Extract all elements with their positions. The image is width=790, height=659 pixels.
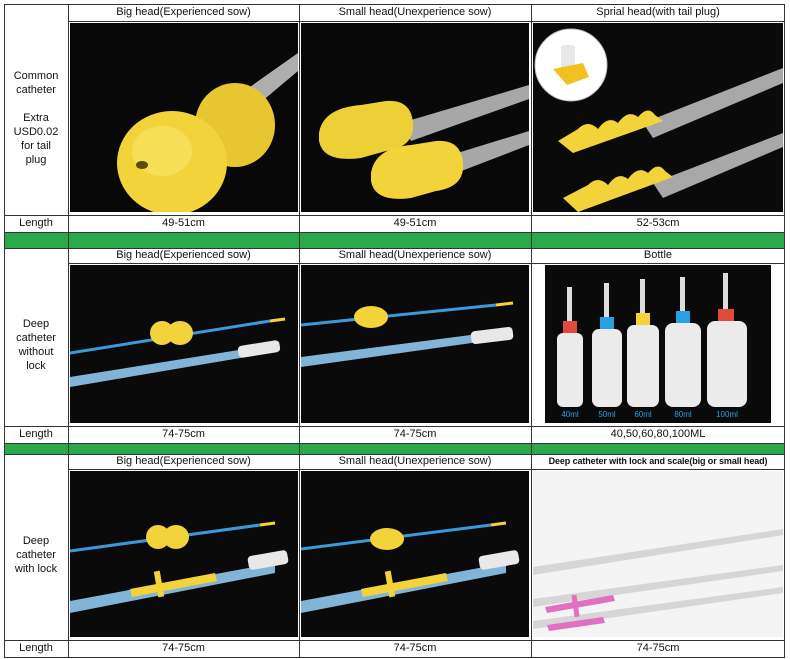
header-bottle: Bottle bbox=[643, 249, 673, 261]
length-label: Length bbox=[19, 217, 53, 229]
table-border bbox=[4, 232, 785, 233]
row-label-line: USD0.02 bbox=[13, 126, 59, 138]
row-label-line: Deep bbox=[22, 534, 50, 547]
big-head-deep-illustration bbox=[70, 265, 298, 423]
length-label: Length bbox=[19, 428, 53, 440]
row-label-line: Extra bbox=[23, 112, 49, 124]
photo-bottles: 40ml 50ml 60ml 80ml 100ml bbox=[545, 265, 771, 423]
row-label-common-catheter: Common catheter Extra USD0.02 for tail p… bbox=[4, 21, 68, 215]
table-border bbox=[299, 4, 300, 658]
header-small-head-lock: Small head(Unexperience sow) bbox=[338, 455, 492, 467]
bottle-size-label: 60ml bbox=[634, 410, 652, 419]
small-head-illustration bbox=[301, 23, 529, 212]
big-head-illustration bbox=[70, 23, 298, 212]
bottle-size-label: 40ml bbox=[561, 410, 579, 419]
table-border bbox=[68, 4, 69, 658]
table-border bbox=[4, 4, 785, 5]
length-value: 74-75cm bbox=[393, 642, 437, 654]
table-border bbox=[4, 657, 785, 658]
big-head-lock-illustration bbox=[70, 471, 298, 637]
row-label-line: for tail bbox=[21, 140, 51, 152]
table-border bbox=[4, 443, 785, 444]
row-label-line: catheter bbox=[16, 331, 56, 344]
photo-spiral-head-catheter bbox=[533, 23, 783, 212]
row-label-deep-catheter-without-lock: Deep catheter without lock bbox=[4, 263, 68, 426]
table-border bbox=[4, 640, 785, 641]
header-small-head-common: Small head(Unexperience sow) bbox=[338, 6, 492, 18]
row-label-line: catheter bbox=[16, 84, 56, 96]
table-border bbox=[784, 4, 785, 658]
header-small-head-deep: Small head(Unexperience sow) bbox=[338, 249, 492, 261]
table-border bbox=[531, 4, 532, 658]
length-value: 74-75cm bbox=[162, 642, 205, 654]
table-border bbox=[68, 263, 785, 264]
length-value: 52-53cm bbox=[636, 217, 680, 229]
photo-lock-scale-catheter bbox=[533, 471, 783, 637]
bottle-size-label: 100ml bbox=[716, 410, 738, 419]
length-label: Length bbox=[19, 642, 53, 654]
photo-small-head-foam-catheter bbox=[301, 23, 529, 212]
section-divider bbox=[4, 444, 785, 454]
header-spiral-head: Sprial head(with tail plug) bbox=[596, 6, 720, 18]
row-label-line: Common bbox=[13, 70, 59, 82]
small-head-deep-illustration bbox=[301, 265, 529, 423]
bottles-illustration: 40ml 50ml 60ml 80ml 100ml bbox=[545, 265, 771, 423]
length-value: 49-51cm bbox=[393, 217, 437, 229]
header-big-head-common: Big head(Experienced sow) bbox=[116, 6, 251, 18]
table-border bbox=[4, 248, 785, 249]
row-label-line: lock bbox=[26, 359, 46, 372]
row-label-line: plug bbox=[25, 154, 47, 166]
photo-small-head-deep-catheter bbox=[301, 265, 529, 423]
header-deep-catheter-lock-scale: Deep catheter with lock and scale(big or… bbox=[548, 456, 768, 466]
photo-big-head-foam-catheter bbox=[70, 23, 298, 212]
length-value: 74-75cm bbox=[393, 428, 437, 440]
length-value: 74-75cm bbox=[162, 428, 205, 440]
spiral-head-illustration bbox=[533, 23, 783, 212]
table-border bbox=[68, 469, 785, 470]
length-value: 49-51cm bbox=[162, 217, 205, 229]
row-label-line: with lock bbox=[14, 562, 58, 575]
header-big-head-lock: Big head(Experienced sow) bbox=[116, 455, 251, 467]
length-value: 40,50,60,80,100ML bbox=[610, 428, 706, 440]
bottle-size-label: 80ml bbox=[674, 410, 692, 419]
header-big-head-deep: Big head(Experienced sow) bbox=[116, 249, 251, 261]
row-label-line: catheter bbox=[16, 548, 56, 561]
length-value: 74-75cm bbox=[636, 642, 680, 654]
table-border bbox=[68, 21, 785, 22]
table-border bbox=[4, 4, 5, 658]
lock-scale-illustration bbox=[533, 471, 783, 637]
small-head-lock-illustration bbox=[301, 471, 529, 637]
section-divider bbox=[4, 233, 785, 248]
photo-big-head-lock-catheter bbox=[70, 471, 298, 637]
row-label-deep-catheter-with-lock: Deep catheter with lock bbox=[4, 469, 68, 640]
photo-big-head-deep-catheter bbox=[70, 265, 298, 423]
row-label-line: Deep bbox=[22, 317, 50, 330]
bottle-size-label: 50ml bbox=[598, 410, 616, 419]
row-label-line: without bbox=[18, 345, 54, 358]
table-border bbox=[4, 426, 785, 427]
table-border bbox=[4, 215, 785, 216]
table-border bbox=[4, 454, 785, 455]
photo-small-head-lock-catheter bbox=[301, 471, 529, 637]
